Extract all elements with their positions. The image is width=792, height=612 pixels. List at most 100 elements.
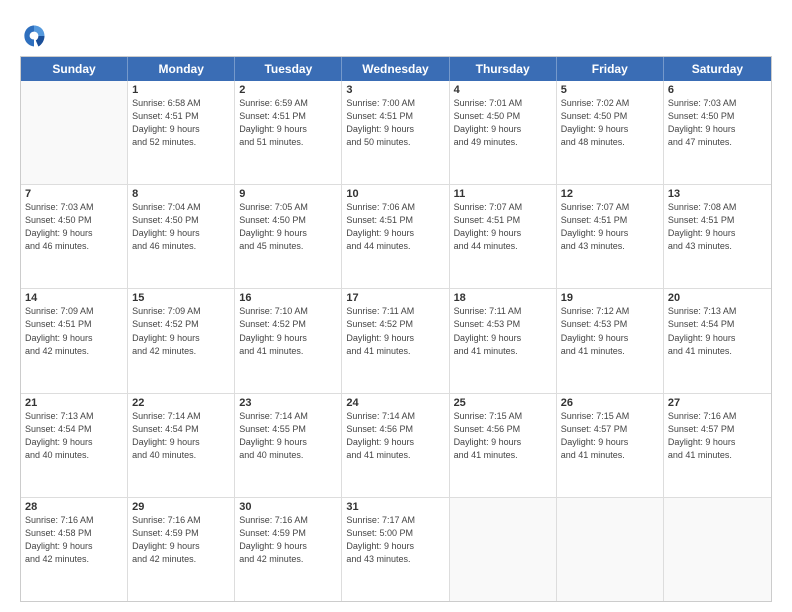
calendar-cell: 2Sunrise: 6:59 AM Sunset: 4:51 PM Daylig… [235, 81, 342, 184]
day-info: Sunrise: 7:13 AM Sunset: 4:54 PM Dayligh… [25, 410, 123, 462]
calendar-cell: 28Sunrise: 7:16 AM Sunset: 4:58 PM Dayli… [21, 498, 128, 601]
weekday-header-friday: Friday [557, 57, 664, 81]
day-info: Sunrise: 7:05 AM Sunset: 4:50 PM Dayligh… [239, 201, 337, 253]
day-info: Sunrise: 7:09 AM Sunset: 4:51 PM Dayligh… [25, 305, 123, 357]
calendar-cell: 3Sunrise: 7:00 AM Sunset: 4:51 PM Daylig… [342, 81, 449, 184]
calendar-cell: 7Sunrise: 7:03 AM Sunset: 4:50 PM Daylig… [21, 185, 128, 288]
calendar-cell: 14Sunrise: 7:09 AM Sunset: 4:51 PM Dayli… [21, 289, 128, 392]
calendar-cell: 18Sunrise: 7:11 AM Sunset: 4:53 PM Dayli… [450, 289, 557, 392]
day-number: 29 [132, 501, 230, 513]
calendar-cell: 21Sunrise: 7:13 AM Sunset: 4:54 PM Dayli… [21, 394, 128, 497]
day-number: 3 [346, 84, 444, 96]
day-info: Sunrise: 7:16 AM Sunset: 4:57 PM Dayligh… [668, 410, 767, 462]
day-info: Sunrise: 7:11 AM Sunset: 4:52 PM Dayligh… [346, 305, 444, 357]
weekday-header-thursday: Thursday [450, 57, 557, 81]
day-info: Sunrise: 7:14 AM Sunset: 4:54 PM Dayligh… [132, 410, 230, 462]
day-info: Sunrise: 7:16 AM Sunset: 4:59 PM Dayligh… [132, 514, 230, 566]
weekday-header-saturday: Saturday [664, 57, 771, 81]
calendar-cell: 26Sunrise: 7:15 AM Sunset: 4:57 PM Dayli… [557, 394, 664, 497]
day-number: 31 [346, 501, 444, 513]
calendar-cell: 20Sunrise: 7:13 AM Sunset: 4:54 PM Dayli… [664, 289, 771, 392]
header [20, 18, 772, 50]
calendar-cell: 30Sunrise: 7:16 AM Sunset: 4:59 PM Dayli… [235, 498, 342, 601]
calendar-cell [450, 498, 557, 601]
day-info: Sunrise: 7:12 AM Sunset: 4:53 PM Dayligh… [561, 305, 659, 357]
day-number: 12 [561, 188, 659, 200]
calendar-cell: 29Sunrise: 7:16 AM Sunset: 4:59 PM Dayli… [128, 498, 235, 601]
day-number: 25 [454, 397, 552, 409]
weekday-header-sunday: Sunday [21, 57, 128, 81]
calendar-cell: 25Sunrise: 7:15 AM Sunset: 4:56 PM Dayli… [450, 394, 557, 497]
calendar-cell: 12Sunrise: 7:07 AM Sunset: 4:51 PM Dayli… [557, 185, 664, 288]
page: SundayMondayTuesdayWednesdayThursdayFrid… [0, 0, 792, 612]
calendar-row-1: 1Sunrise: 6:58 AM Sunset: 4:51 PM Daylig… [21, 81, 771, 184]
calendar: SundayMondayTuesdayWednesdayThursdayFrid… [20, 56, 772, 602]
calendar-cell: 16Sunrise: 7:10 AM Sunset: 4:52 PM Dayli… [235, 289, 342, 392]
day-number: 2 [239, 84, 337, 96]
day-info: Sunrise: 7:04 AM Sunset: 4:50 PM Dayligh… [132, 201, 230, 253]
calendar-cell: 19Sunrise: 7:12 AM Sunset: 4:53 PM Dayli… [557, 289, 664, 392]
day-number: 30 [239, 501, 337, 513]
day-number: 19 [561, 292, 659, 304]
day-info: Sunrise: 7:06 AM Sunset: 4:51 PM Dayligh… [346, 201, 444, 253]
calendar-row-5: 28Sunrise: 7:16 AM Sunset: 4:58 PM Dayli… [21, 497, 771, 601]
day-number: 20 [668, 292, 767, 304]
day-number: 24 [346, 397, 444, 409]
calendar-row-3: 14Sunrise: 7:09 AM Sunset: 4:51 PM Dayli… [21, 288, 771, 392]
day-number: 6 [668, 84, 767, 96]
calendar-row-4: 21Sunrise: 7:13 AM Sunset: 4:54 PM Dayli… [21, 393, 771, 497]
day-number: 27 [668, 397, 767, 409]
day-number: 23 [239, 397, 337, 409]
day-info: Sunrise: 7:11 AM Sunset: 4:53 PM Dayligh… [454, 305, 552, 357]
calendar-cell: 23Sunrise: 7:14 AM Sunset: 4:55 PM Dayli… [235, 394, 342, 497]
day-info: Sunrise: 7:07 AM Sunset: 4:51 PM Dayligh… [454, 201, 552, 253]
day-info: Sunrise: 7:09 AM Sunset: 4:52 PM Dayligh… [132, 305, 230, 357]
day-number: 5 [561, 84, 659, 96]
day-info: Sunrise: 7:00 AM Sunset: 4:51 PM Dayligh… [346, 97, 444, 149]
calendar-cell: 27Sunrise: 7:16 AM Sunset: 4:57 PM Dayli… [664, 394, 771, 497]
calendar-cell: 6Sunrise: 7:03 AM Sunset: 4:50 PM Daylig… [664, 81, 771, 184]
day-info: Sunrise: 7:10 AM Sunset: 4:52 PM Dayligh… [239, 305, 337, 357]
calendar-cell [557, 498, 664, 601]
day-info: Sunrise: 7:16 AM Sunset: 4:58 PM Dayligh… [25, 514, 123, 566]
day-number: 16 [239, 292, 337, 304]
day-number: 7 [25, 188, 123, 200]
calendar-cell [21, 81, 128, 184]
calendar-cell: 4Sunrise: 7:01 AM Sunset: 4:50 PM Daylig… [450, 81, 557, 184]
day-info: Sunrise: 7:03 AM Sunset: 4:50 PM Dayligh… [668, 97, 767, 149]
day-number: 13 [668, 188, 767, 200]
logo-icon [20, 22, 48, 50]
day-info: Sunrise: 7:17 AM Sunset: 5:00 PM Dayligh… [346, 514, 444, 566]
day-info: Sunrise: 7:16 AM Sunset: 4:59 PM Dayligh… [239, 514, 337, 566]
day-info: Sunrise: 7:13 AM Sunset: 4:54 PM Dayligh… [668, 305, 767, 357]
weekday-header-wednesday: Wednesday [342, 57, 449, 81]
calendar-cell [664, 498, 771, 601]
calendar-cell: 9Sunrise: 7:05 AM Sunset: 4:50 PM Daylig… [235, 185, 342, 288]
day-number: 4 [454, 84, 552, 96]
day-number: 8 [132, 188, 230, 200]
day-number: 28 [25, 501, 123, 513]
calendar-cell: 31Sunrise: 7:17 AM Sunset: 5:00 PM Dayli… [342, 498, 449, 601]
calendar-body: 1Sunrise: 6:58 AM Sunset: 4:51 PM Daylig… [21, 81, 771, 601]
day-info: Sunrise: 7:15 AM Sunset: 4:56 PM Dayligh… [454, 410, 552, 462]
logo [20, 22, 52, 50]
day-number: 26 [561, 397, 659, 409]
calendar-cell: 24Sunrise: 7:14 AM Sunset: 4:56 PM Dayli… [342, 394, 449, 497]
day-number: 1 [132, 84, 230, 96]
day-info: Sunrise: 7:15 AM Sunset: 4:57 PM Dayligh… [561, 410, 659, 462]
day-info: Sunrise: 7:07 AM Sunset: 4:51 PM Dayligh… [561, 201, 659, 253]
calendar-cell: 5Sunrise: 7:02 AM Sunset: 4:50 PM Daylig… [557, 81, 664, 184]
calendar-header: SundayMondayTuesdayWednesdayThursdayFrid… [21, 57, 771, 81]
day-info: Sunrise: 6:58 AM Sunset: 4:51 PM Dayligh… [132, 97, 230, 149]
calendar-cell: 1Sunrise: 6:58 AM Sunset: 4:51 PM Daylig… [128, 81, 235, 184]
day-info: Sunrise: 7:03 AM Sunset: 4:50 PM Dayligh… [25, 201, 123, 253]
calendar-cell: 17Sunrise: 7:11 AM Sunset: 4:52 PM Dayli… [342, 289, 449, 392]
calendar-cell: 22Sunrise: 7:14 AM Sunset: 4:54 PM Dayli… [128, 394, 235, 497]
day-number: 21 [25, 397, 123, 409]
calendar-cell: 11Sunrise: 7:07 AM Sunset: 4:51 PM Dayli… [450, 185, 557, 288]
day-info: Sunrise: 6:59 AM Sunset: 4:51 PM Dayligh… [239, 97, 337, 149]
calendar-row-2: 7Sunrise: 7:03 AM Sunset: 4:50 PM Daylig… [21, 184, 771, 288]
weekday-header-tuesday: Tuesday [235, 57, 342, 81]
day-number: 17 [346, 292, 444, 304]
day-info: Sunrise: 7:14 AM Sunset: 4:56 PM Dayligh… [346, 410, 444, 462]
